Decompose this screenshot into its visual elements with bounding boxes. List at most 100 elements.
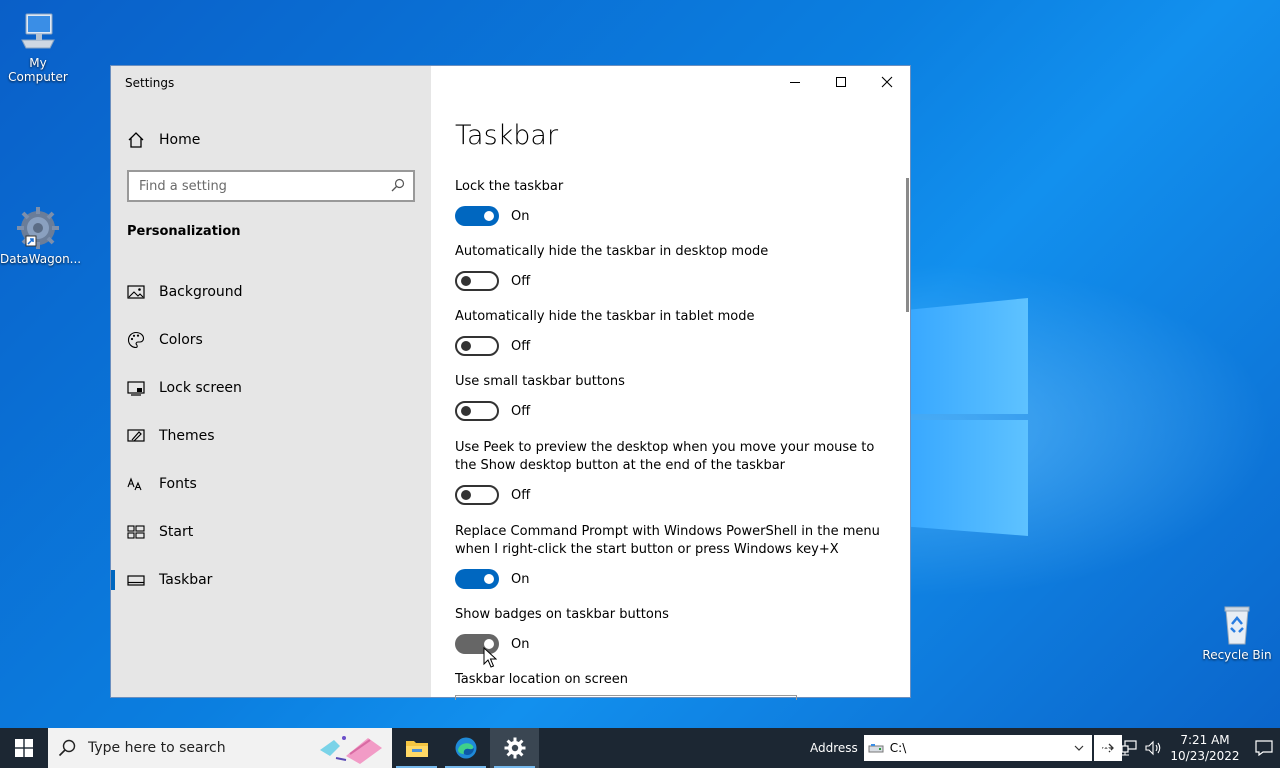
toggle-state: Off	[511, 403, 531, 419]
recycle-bin-icon	[1215, 602, 1259, 646]
address-field[interactable]: C:\	[863, 735, 1092, 761]
setting-label: Automatically hide the taskbar in tablet…	[455, 309, 755, 324]
toggle-state: Off	[511, 487, 531, 503]
desktop-icon-recycle-bin[interactable]: Recycle Bin	[1199, 602, 1275, 662]
close-icon	[881, 76, 893, 88]
sidebar-home[interactable]: Home	[127, 130, 200, 150]
address-value: C:\	[889, 741, 907, 755]
page-title: Taskbar	[455, 120, 559, 151]
clock-time: 7:21 AM	[1180, 733, 1230, 747]
sidebar-item-fonts[interactable]: Fonts	[111, 460, 431, 508]
toggle-state: Off	[511, 273, 531, 289]
chevron-up-icon	[1100, 745, 1112, 752]
fonts-icon	[127, 475, 145, 493]
sidebar-item-label: Colors	[159, 332, 203, 348]
taskbar-icon	[127, 571, 145, 589]
minimize-button[interactable]	[772, 66, 818, 98]
setting-label: Automatically hide the taskbar in deskto…	[455, 244, 769, 259]
address-toolbar: Address C:\	[810, 728, 1122, 768]
setting-location: Taskbar location on screen	[455, 671, 895, 689]
desktop-icon-datawagon[interactable]: DataWagon...	[0, 206, 82, 266]
autohide-desktop-toggle[interactable]	[455, 271, 499, 291]
taskbar-search-box[interactable]	[48, 728, 392, 768]
notification-icon	[1255, 740, 1273, 756]
setting-lock-taskbar: Lock the taskbar On	[455, 178, 895, 226]
search-icon	[391, 177, 405, 196]
taskbar-location-dropdown[interactable]	[455, 695, 797, 700]
sidebar-item-label: Background	[159, 284, 243, 300]
maximize-icon	[836, 77, 846, 87]
maximize-button[interactable]	[818, 66, 864, 98]
small-buttons-toggle[interactable]	[455, 401, 499, 421]
content-scrollbar[interactable]	[906, 178, 909, 312]
settings-window: Settings Home Personalization Background	[110, 65, 911, 700]
computer-icon	[16, 10, 60, 54]
speaker-icon	[1145, 740, 1161, 756]
edge-browser-icon	[455, 737, 476, 759]
search-highlight-illustration-icon	[320, 736, 382, 764]
taskbar-settings[interactable]	[490, 728, 539, 768]
toggle-state: Off	[511, 338, 531, 354]
toggle-state: On	[511, 208, 530, 224]
sidebar-item-label: Fonts	[159, 476, 197, 492]
sidebar-item-label: Lock screen	[159, 380, 242, 396]
desktop-icon-my-computer[interactable]: My Computer	[0, 10, 76, 84]
sidebar-item-taskbar[interactable]: Taskbar	[111, 556, 431, 604]
action-center-button[interactable]	[1244, 728, 1280, 768]
mouse-cursor-icon	[483, 647, 497, 668]
taskbar-clock[interactable]: 7:21 AM 10/23/2022	[1166, 732, 1244, 764]
desktop-icon-label: DataWagon...	[0, 252, 82, 266]
drive-icon	[868, 744, 884, 753]
sidebar-item-themes[interactable]: Themes	[111, 412, 431, 460]
network-icon	[1121, 740, 1137, 756]
sidebar-item-label: Taskbar	[159, 572, 213, 588]
setting-small-buttons: Use small taskbar buttons Off	[455, 373, 895, 421]
address-label: Address	[810, 741, 858, 755]
taskbar-search-input[interactable]	[86, 739, 310, 757]
home-icon	[127, 131, 145, 149]
windows-wallpaper-logo	[910, 298, 1028, 536]
sidebar-item-label: Themes	[159, 428, 215, 444]
setting-badges: Show badges on taskbar buttons On	[455, 606, 895, 654]
desktop-icon-label: Recycle Bin	[1202, 648, 1272, 662]
desktop-icon-label: My Computer	[8, 56, 68, 84]
window-title: Settings	[125, 76, 175, 90]
setting-powershell: Replace Command Prompt with Windows Powe…	[455, 523, 895, 589]
show-hidden-icons-button[interactable]	[1094, 728, 1118, 768]
gear-icon	[504, 737, 525, 759]
setting-label: Replace Command Prompt with Windows Powe…	[455, 524, 880, 557]
setting-label: Lock the taskbar	[455, 179, 564, 194]
peek-toggle[interactable]	[455, 485, 499, 505]
autohide-tablet-toggle[interactable]	[455, 336, 499, 356]
sidebar-nav: Background Colors Lock screen Themes Fon…	[111, 268, 431, 604]
volume-button[interactable]	[1142, 728, 1166, 768]
setting-label: Show badges on taskbar buttons	[455, 607, 669, 622]
sidebar-item-start[interactable]: Start	[111, 508, 431, 556]
lock-screen-icon	[127, 379, 145, 397]
taskbar-file-explorer[interactable]	[392, 728, 441, 768]
chevron-down-icon[interactable]	[1074, 744, 1084, 752]
close-button[interactable]	[864, 66, 910, 98]
find-setting-input[interactable]	[139, 178, 379, 194]
start-icon	[127, 523, 145, 541]
powershell-toggle[interactable]	[455, 569, 499, 589]
system-tray: 7:21 AM 10/23/2022	[1094, 728, 1280, 768]
sidebar-item-lock-screen[interactable]: Lock screen	[111, 364, 431, 412]
setting-label: Use small taskbar buttons	[455, 374, 625, 389]
sidebar-home-label: Home	[159, 132, 201, 148]
setting-peek: Use Peek to preview the desktop when you…	[455, 439, 895, 505]
clock-date: 10/23/2022	[1170, 749, 1240, 763]
toggle-state: On	[511, 571, 530, 587]
setting-label: Taskbar location on screen	[455, 672, 629, 687]
sidebar-item-background[interactable]: Background	[111, 268, 431, 316]
find-setting-search[interactable]	[127, 170, 415, 202]
taskbar-edge[interactable]	[441, 728, 490, 768]
sidebar-item-label: Start	[159, 524, 194, 540]
palette-icon	[127, 331, 145, 349]
start-button[interactable]	[0, 728, 48, 768]
sidebar-item-colors[interactable]: Colors	[111, 316, 431, 364]
network-button[interactable]	[1118, 728, 1142, 768]
picture-icon	[127, 283, 145, 301]
lock-taskbar-toggle[interactable]	[455, 206, 499, 226]
themes-icon	[127, 427, 145, 445]
